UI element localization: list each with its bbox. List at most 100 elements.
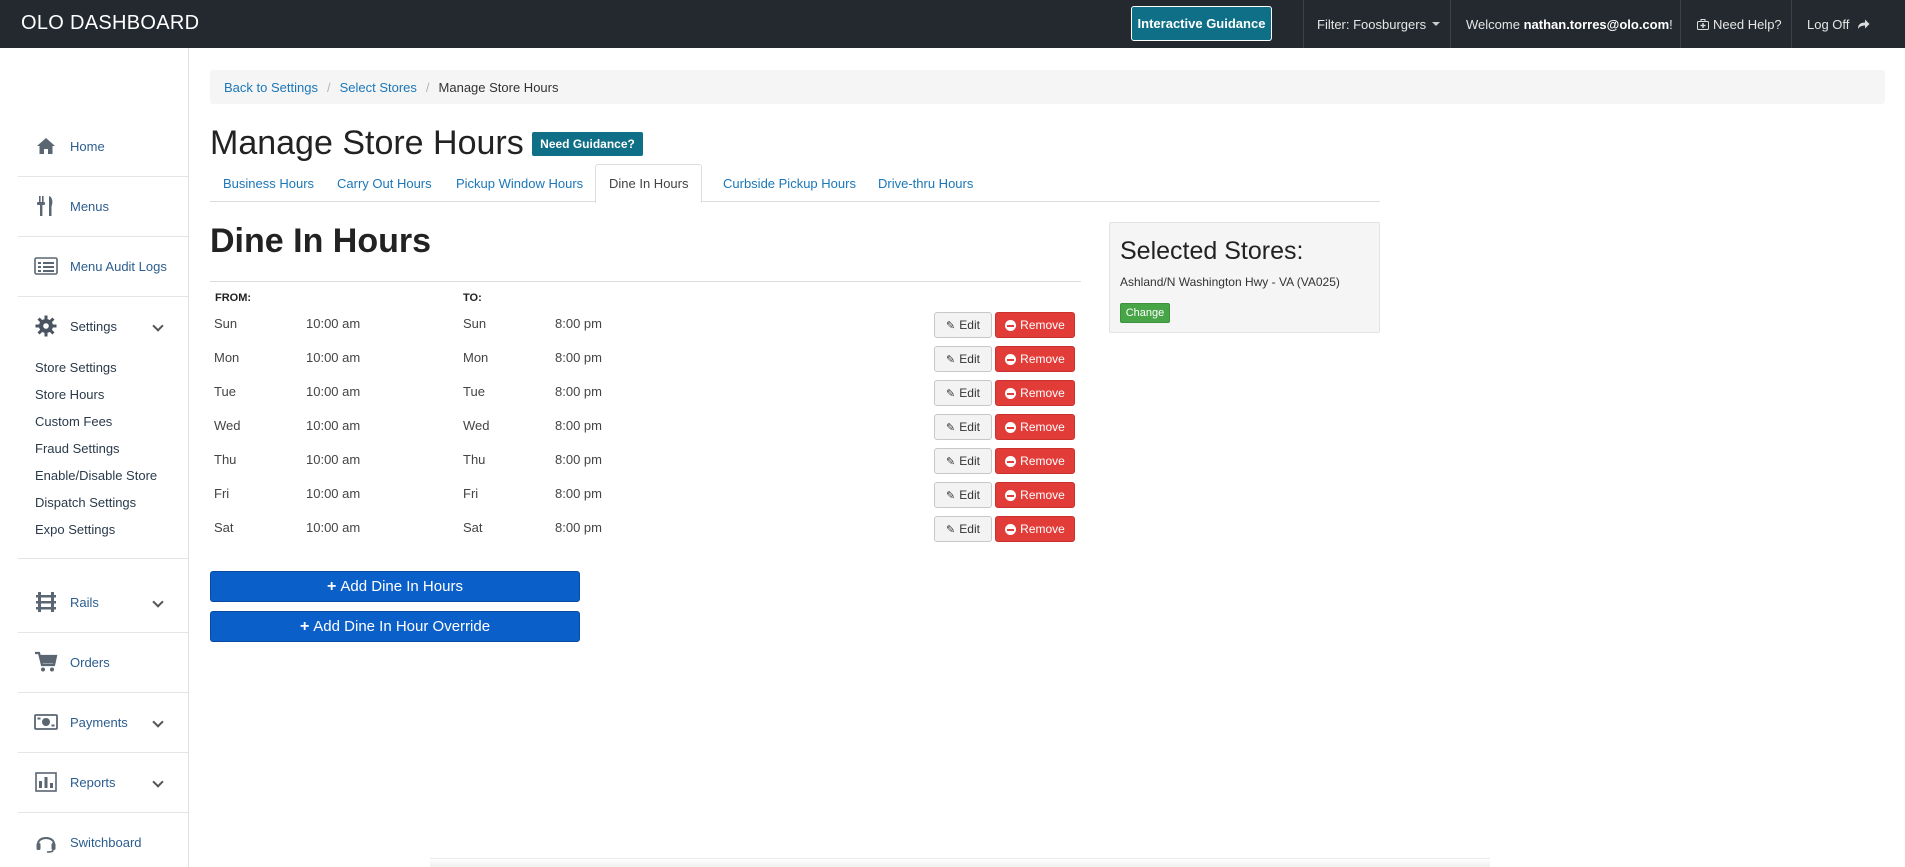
edit-icon: ✎ bbox=[946, 319, 956, 332]
sidebar-item-label: Reports bbox=[70, 774, 116, 790]
need-help-link[interactable]: Need Help? bbox=[1697, 0, 1782, 48]
to-day: Thu bbox=[463, 452, 486, 467]
change-stores-button[interactable]: Change bbox=[1120, 303, 1170, 323]
remove-button[interactable]: Remove bbox=[995, 380, 1075, 406]
share-arrow-icon bbox=[1858, 19, 1870, 29]
sidebar-subitem-fraud-settings[interactable]: Fraud Settings bbox=[35, 441, 120, 456]
edit-label: Edit bbox=[959, 352, 980, 366]
sidebar-item-label: Menus bbox=[70, 198, 110, 214]
remove-button[interactable]: Remove bbox=[995, 414, 1075, 440]
hours-tabs: Business Hours Carry Out Hours Pickup Wi… bbox=[210, 164, 1380, 203]
need-guidance-button[interactable]: Need Guidance? bbox=[532, 132, 643, 156]
need-help-label: Need Help? bbox=[1713, 16, 1782, 32]
add-dine-in-hours-button[interactable]: + Add Dine In Hours bbox=[210, 571, 580, 602]
remove-button[interactable]: Remove bbox=[995, 312, 1075, 338]
add-dine-in-hours-label: Add Dine In Hours bbox=[340, 578, 463, 595]
tab-pickup-window-hours[interactable]: Pickup Window Hours bbox=[443, 164, 596, 202]
selected-store-name: Ashland/N Washington Hwy - VA (VA025) bbox=[1120, 275, 1340, 289]
sidebar-subitem-expo-settings[interactable]: Expo Settings bbox=[35, 522, 115, 537]
tab-business-hours[interactable]: Business Hours bbox=[210, 164, 327, 202]
remove-label: Remove bbox=[1020, 352, 1065, 366]
to-day: Sun bbox=[463, 316, 487, 331]
tab-curbside-pickup-hours[interactable]: Curbside Pickup Hours bbox=[710, 164, 869, 202]
tab-drive-thru-hours[interactable]: Drive-thru Hours bbox=[865, 164, 986, 202]
rails-icon bbox=[34, 590, 58, 614]
sidebar-subitem-store-hours[interactable]: Store Hours bbox=[35, 387, 104, 402]
sidebar-subitem-custom-fees[interactable]: Custom Fees bbox=[35, 414, 112, 429]
brand-logo[interactable]: OLO DASHBOARD bbox=[21, 12, 199, 35]
remove-button[interactable]: Remove bbox=[995, 448, 1075, 474]
sidebar-item-menus[interactable]: Menus bbox=[18, 176, 188, 236]
chevron-down-icon bbox=[152, 596, 164, 608]
minus-circle-icon bbox=[1005, 489, 1017, 501]
sidebar-item-label: Menu Audit Logs bbox=[70, 258, 167, 274]
remove-button[interactable]: Remove bbox=[995, 346, 1075, 372]
edit-icon: ✎ bbox=[946, 489, 956, 502]
caret-down-icon bbox=[1432, 22, 1441, 26]
chevron-down-icon bbox=[152, 320, 164, 332]
remove-label: Remove bbox=[1020, 488, 1065, 502]
breadcrumb-select-stores[interactable]: Select Stores bbox=[340, 80, 417, 95]
remove-button[interactable]: Remove bbox=[995, 516, 1075, 542]
sidebar-subitem-dispatch-settings[interactable]: Dispatch Settings bbox=[35, 495, 136, 510]
hours-row: Sun 10:00 am Sun 8:00 pm ✎ Edit Remove bbox=[210, 308, 1080, 342]
tab-dine-in-hours[interactable]: Dine In Hours bbox=[595, 164, 703, 203]
sidebar-subitem-enable-disable-store[interactable]: Enable/Disable Store bbox=[35, 468, 157, 483]
sidebar-subitem-store-settings[interactable]: Store Settings bbox=[35, 360, 117, 375]
from-day: Fri bbox=[214, 486, 230, 501]
to-day: Mon bbox=[463, 350, 489, 365]
edit-button[interactable]: ✎ Edit bbox=[934, 448, 992, 474]
remove-button[interactable]: Remove bbox=[995, 482, 1075, 508]
cart-icon bbox=[34, 650, 58, 674]
sidebar-item-label: Home bbox=[70, 138, 105, 154]
sidebar-item-orders[interactable]: Orders bbox=[18, 632, 188, 692]
sidebar-item-menu-audit-logs[interactable]: Menu Audit Logs bbox=[18, 236, 188, 296]
log-off-label: Log Off bbox=[1807, 16, 1850, 32]
log-off-link[interactable]: Log Off bbox=[1807, 0, 1870, 48]
money-icon bbox=[34, 710, 58, 734]
sidebar-item-label: Settings bbox=[70, 318, 117, 334]
breadcrumb-back-to-settings[interactable]: Back to Settings bbox=[224, 80, 318, 95]
sidebar-item-rails[interactable]: Rails bbox=[18, 572, 188, 632]
sidebar-item-switchboard[interactable]: Switchboard bbox=[18, 812, 188, 867]
from-time: 10:00 am bbox=[306, 452, 361, 467]
minus-circle-icon bbox=[1005, 319, 1017, 331]
to-column-header: TO: bbox=[463, 292, 482, 304]
plus-icon: + bbox=[299, 617, 310, 635]
sidebar-item-settings[interactable]: Settings bbox=[18, 296, 188, 356]
hours-row: Wed 10:00 am Wed 8:00 pm ✎ Edit Remove bbox=[210, 410, 1080, 444]
sidebar-divider bbox=[18, 558, 188, 559]
edit-button[interactable]: ✎ Edit bbox=[934, 482, 992, 508]
edit-button[interactable]: ✎ Edit bbox=[934, 414, 992, 440]
edit-button[interactable]: ✎ Edit bbox=[934, 380, 992, 406]
store-filter-dropdown[interactable]: Filter: Foosburgers bbox=[1317, 0, 1441, 48]
chevron-down-icon bbox=[152, 716, 164, 728]
home-icon bbox=[34, 134, 58, 158]
tab-carry-out-hours[interactable]: Carry Out Hours bbox=[324, 164, 445, 202]
edit-icon: ✎ bbox=[946, 455, 956, 468]
store-filter-label: Filter: Foosburgers bbox=[1317, 16, 1427, 32]
from-day: Mon bbox=[214, 350, 240, 365]
sidebar-item-label: Switchboard bbox=[70, 834, 142, 850]
edit-button[interactable]: ✎ Edit bbox=[934, 516, 992, 542]
from-day: Wed bbox=[214, 418, 241, 433]
selected-stores-panel: Selected Stores: Ashland/N Washington Hw… bbox=[1109, 222, 1380, 333]
edit-button[interactable]: ✎ Edit bbox=[934, 346, 992, 372]
sidebar-item-reports[interactable]: Reports bbox=[18, 752, 188, 812]
hours-row: Tue 10:00 am Tue 8:00 pm ✎ Edit Remove bbox=[210, 376, 1080, 410]
minus-circle-icon bbox=[1005, 421, 1017, 433]
gear-icon bbox=[34, 314, 58, 338]
welcome-suffix: ! bbox=[1669, 16, 1673, 32]
welcome-prefix: Welcome bbox=[1466, 16, 1520, 32]
interactive-guidance-button[interactable]: Interactive Guidance bbox=[1131, 6, 1272, 41]
sidebar-item-home[interactable]: Home bbox=[18, 116, 188, 176]
sidebar-item-payments[interactable]: Payments bbox=[18, 692, 188, 752]
edit-button[interactable]: ✎ Edit bbox=[934, 312, 992, 338]
to-time: 8:00 pm bbox=[555, 418, 602, 433]
minus-circle-icon bbox=[1005, 387, 1017, 399]
top-navbar: OLO DASHBOARD Interactive Guidance Filte… bbox=[0, 0, 1905, 48]
welcome-text: Welcome nathan.torres@olo.com! bbox=[1466, 0, 1673, 48]
from-time: 10:00 am bbox=[306, 418, 361, 433]
add-dine-in-override-button[interactable]: + Add Dine In Hour Override bbox=[210, 611, 580, 642]
breadcrumb: Back to Settings / Select Stores / Manag… bbox=[210, 70, 1885, 104]
